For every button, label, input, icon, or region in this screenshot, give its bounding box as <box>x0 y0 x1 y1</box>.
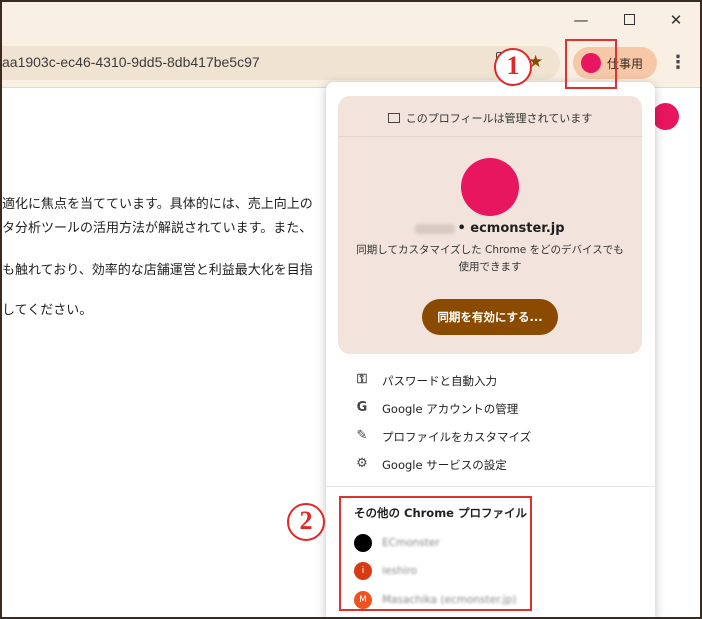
sync-description: 同期してカスタマイズした Chrome をどのデバイスでも 使用できます <box>338 242 642 276</box>
building-icon <box>387 113 400 123</box>
key-icon: ⚿ <box>357 372 367 387</box>
url-text: aa1903c-ec46-4310-9dd5-8db417be5c97 <box>2 54 260 70</box>
minimize-button[interactable]: — <box>566 8 596 32</box>
blurred-username <box>415 223 456 234</box>
menu-item-label: パスワードと自動入力 <box>382 374 497 388</box>
sync-description-line: 同期してカスタマイズした Chrome をどのデバイスでも <box>356 244 624 256</box>
profile-avatar <box>461 158 519 216</box>
page-avatar <box>652 103 679 130</box>
account-domain: • ecmonster.jp <box>457 221 565 236</box>
managed-text: このプロフィールは管理されています <box>405 112 593 125</box>
page-text-line: してください。 <box>2 303 93 318</box>
gear-icon: ⚙ <box>356 456 368 471</box>
annotation-badge-2: 2 <box>287 503 325 541</box>
account-email: • ecmonster.jp <box>338 221 642 236</box>
title-bar: — ✕ <box>0 0 702 40</box>
page-text-line: 適化に焦点を当てています。具体的には、売上向上の <box>2 197 313 212</box>
divider <box>338 136 642 137</box>
divider <box>326 486 655 487</box>
menu-item-label: プロファイルをカスタマイズ <box>382 430 532 444</box>
annotation-highlight-2 <box>339 496 532 611</box>
close-button[interactable]: ✕ <box>661 8 691 32</box>
annotation-badge-1: 1 <box>494 48 532 86</box>
enable-sync-button[interactable]: 同期を有効にする... <box>422 299 558 335</box>
menu-item-label: Google アカウントの管理 <box>382 402 519 416</box>
maximize-icon <box>623 14 635 25</box>
sync-description-line: 使用できます <box>458 261 522 273</box>
profile-card: このプロフィールは管理されています • ecmonster.jp 同期してカスタ… <box>338 96 642 354</box>
menu-item-google-services[interactable]: ⚙ Google サービスの設定 <box>326 451 655 479</box>
menu-item-passwords[interactable]: ⚿ パスワードと自動入力 <box>326 367 655 395</box>
annotation-highlight-1 <box>565 39 617 89</box>
more-menu-icon[interactable]: ⋮ <box>669 52 687 73</box>
page-text-line: も触れており、効率的な店舗運営と利益最大化を目指 <box>2 263 313 278</box>
google-icon: G <box>356 400 368 415</box>
menu-item-google-account[interactable]: G Google アカウントの管理 <box>326 395 655 423</box>
pencil-icon: ✎ <box>356 428 368 443</box>
maximize-button[interactable] <box>614 8 644 32</box>
managed-notice: このプロフィールは管理されています <box>338 110 642 126</box>
menu-item-label: Google サービスの設定 <box>382 458 507 472</box>
page-text-line: タ分析ツールの活用方法が解説されています。また、 <box>2 221 313 236</box>
menu-item-customize-profile[interactable]: ✎ プロファイルをカスタマイズ <box>326 423 655 451</box>
profile-menu-panel: このプロフィールは管理されています • ecmonster.jp 同期してカスタ… <box>326 82 655 619</box>
address-bar[interactable]: aa1903c-ec46-4310-9dd5-8db417be5c97 <box>0 46 560 80</box>
